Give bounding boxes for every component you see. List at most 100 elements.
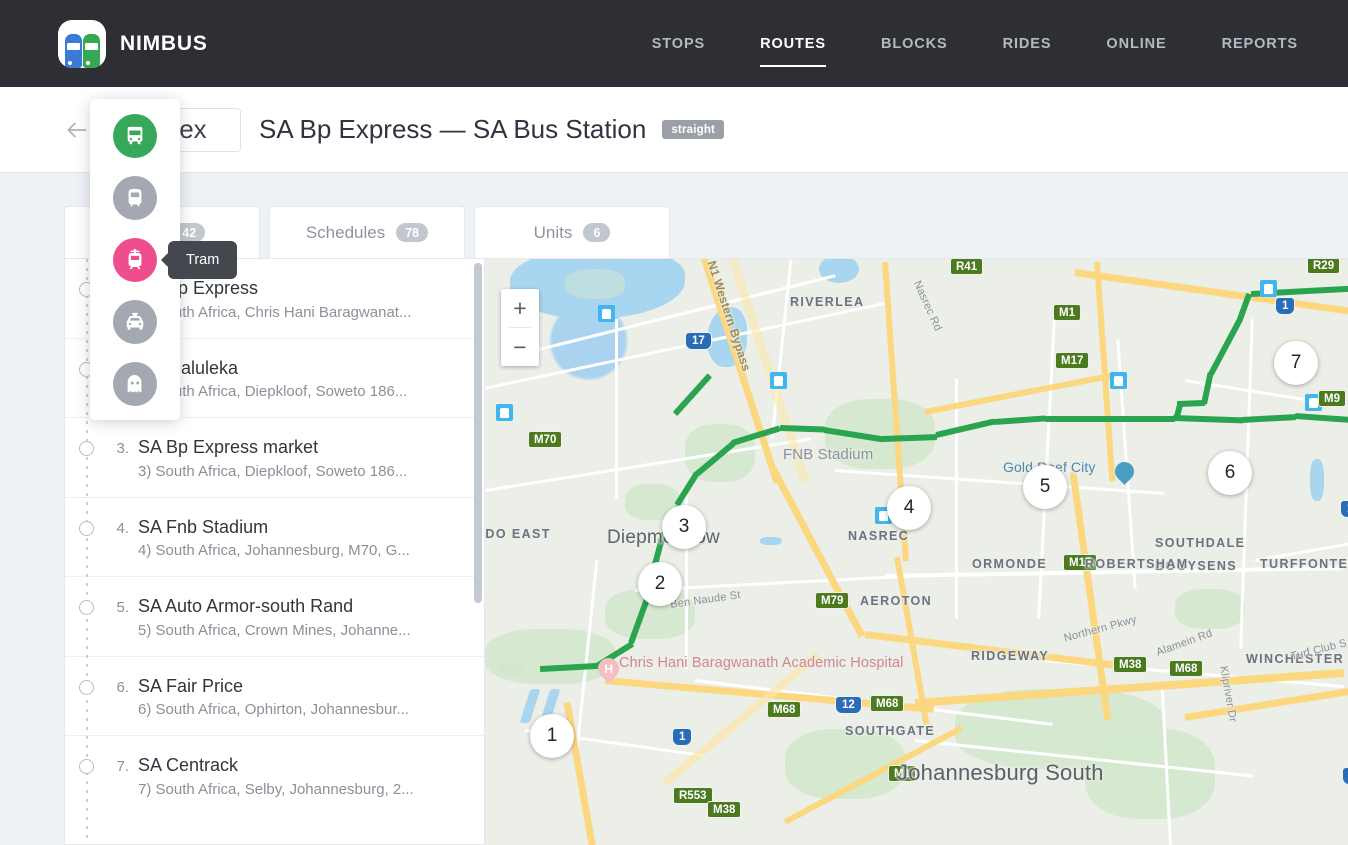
transit-station-icon xyxy=(1110,372,1127,389)
stop-address: 3) South Africa, Diepkloof, Soweto 186..… xyxy=(138,463,407,480)
nav-links: STOPS ROUTES BLOCKS RIDES ONLINE REPORTS xyxy=(597,30,1298,58)
map-stop-marker[interactable]: 6 xyxy=(1208,451,1252,495)
map-stop-marker[interactable]: 4 xyxy=(887,486,931,530)
vehicle-type-other[interactable] xyxy=(113,362,157,406)
stop-checkbox[interactable] xyxy=(79,600,94,615)
road-shield: 1 xyxy=(1342,767,1348,785)
map-stop-marker[interactable]: 2 xyxy=(638,562,682,606)
map-greenspace xyxy=(485,629,615,684)
vehicle-type-bus[interactable] xyxy=(113,114,157,158)
brand-name: NIMBUS xyxy=(120,32,208,56)
list-item[interactable]: 5. SA Auto Armor-south Rand 5) South Afr… xyxy=(65,577,484,657)
road-shield: R29 xyxy=(1307,258,1340,274)
list-item[interactable]: 3. SA Bp Express market 3) South Africa,… xyxy=(65,418,484,498)
map-place-label: SOUTHGATE xyxy=(845,724,935,738)
stop-index: 4. xyxy=(110,520,129,537)
transit-station-icon xyxy=(496,404,513,421)
map-road xyxy=(615,319,618,499)
road-shield: M70 xyxy=(528,431,562,448)
road-shield: 12 xyxy=(835,696,862,714)
map-poi-label: FNB Stadium xyxy=(783,446,873,463)
stop-name: SA Centrack xyxy=(138,754,414,777)
nav-item-routes[interactable]: ROUTES xyxy=(760,30,826,58)
stop-checkbox[interactable] xyxy=(79,521,94,536)
map-place-label: TURFFONTE xyxy=(1260,557,1348,571)
map-place-label: SOUTHDALE xyxy=(1155,536,1245,550)
bus-icon xyxy=(124,125,146,147)
stop-name: SA Auto Armor-south Rand xyxy=(138,595,411,618)
list-item[interactable]: 4. SA Fnb Stadium 4) South Africa, Johan… xyxy=(65,498,484,578)
vehicle-type-train[interactable] xyxy=(113,176,157,220)
stop-name: SA Fnb Stadium xyxy=(138,516,410,539)
zoom-in-button[interactable]: + xyxy=(501,289,539,327)
ghost-icon xyxy=(124,373,146,395)
stop-index: 5. xyxy=(110,599,129,616)
status-badge: straight xyxy=(662,120,724,139)
map-stop-marker[interactable]: 5 xyxy=(1023,465,1067,509)
stop-index: 3. xyxy=(110,440,129,457)
list-item[interactable]: 6. SA Fair Price 6) South Africa, Ophirt… xyxy=(65,657,484,737)
road-shield: M1 xyxy=(1053,304,1081,321)
road-shield: M38 xyxy=(707,801,741,818)
list-item[interactable]: 7. SA Centrack 7) South Africa, Selby, J… xyxy=(65,736,484,815)
tab-schedules[interactable]: Schedules 78 xyxy=(269,206,465,258)
vehicle-type-taxi[interactable] xyxy=(113,300,157,344)
stop-index: 7. xyxy=(110,758,129,775)
road-shield: 1 xyxy=(1340,500,1348,518)
nav-item-rides[interactable]: RIDES xyxy=(1003,30,1052,58)
vehicle-type-dropdown[interactable]: Tram xyxy=(90,99,180,420)
nav-item-blocks[interactable]: BLOCKS xyxy=(881,30,948,58)
map-greenspace xyxy=(1175,589,1245,629)
back-arrow-icon[interactable] xyxy=(62,115,92,145)
map-zoom-controls[interactable]: + − xyxy=(501,289,539,366)
zoom-out-button[interactable]: − xyxy=(501,328,539,366)
tab-units-count: 6 xyxy=(583,223,610,242)
map-place-label: ROBERTSHAM xyxy=(1085,557,1189,571)
tram-icon xyxy=(124,249,146,271)
map-water xyxy=(760,537,782,545)
route-header-bar: 42ex SA Bp Express — SA Bus Station stra… xyxy=(0,87,1348,173)
map-stop-marker[interactable]: 1 xyxy=(530,714,574,758)
stop-list-scrollbar[interactable] xyxy=(474,263,482,840)
road-shield: M17 xyxy=(1055,352,1089,369)
vehicle-type-tram[interactable]: Tram xyxy=(113,238,157,282)
stop-checkbox[interactable] xyxy=(79,680,94,695)
top-navigation-bar: NIMBUS STOPS ROUTES BLOCKS RIDES ONLINE … xyxy=(0,0,1348,87)
road-shield: M68 xyxy=(870,695,904,712)
page-title: SA Bp Express — SA Bus Station xyxy=(259,114,646,145)
map-water xyxy=(1310,459,1324,501)
nav-item-online[interactable]: ONLINE xyxy=(1106,30,1166,58)
map-place-label: RIVERLEA xyxy=(790,295,864,309)
scrollbar-thumb[interactable] xyxy=(474,263,482,603)
stop-index: 6. xyxy=(110,679,129,696)
road-shield: 17 xyxy=(685,332,712,350)
stop-address: 5) South Africa, Crown Mines, Johanne... xyxy=(138,622,411,639)
map-place-label: NASREC xyxy=(848,529,909,543)
stop-checkbox[interactable] xyxy=(79,759,94,774)
vehicle-type-tooltip: Tram xyxy=(168,241,237,279)
map-place-label: AEROTON xyxy=(860,594,932,608)
road-shield: M38 xyxy=(1113,656,1147,673)
nav-item-stops[interactable]: STOPS xyxy=(652,30,705,58)
tab-units[interactable]: Units 6 xyxy=(474,206,670,258)
map-place-label: NDO EAST xyxy=(485,527,551,541)
tab-units-label: Units xyxy=(534,223,573,243)
road-shield: M68 xyxy=(1169,660,1203,677)
route-map[interactable]: M70 M17 M79 M68 M1 M17 M9 M38 R41 R29 R5… xyxy=(485,258,1348,845)
map-hospital-label: Chris Hani Baragwanath Academic Hospital xyxy=(619,654,799,672)
stop-name: SA Bp Express market xyxy=(138,436,407,459)
nav-item-reports[interactable]: REPORTS xyxy=(1222,30,1298,58)
transit-station-icon xyxy=(1260,280,1277,297)
map-greenspace xyxy=(565,269,625,299)
stop-address: 6) South Africa, Ophirton, Johannesbur..… xyxy=(138,701,409,718)
road-shield: M9 xyxy=(1318,390,1346,407)
map-stop-marker[interactable]: 3 xyxy=(662,505,706,549)
train-icon xyxy=(124,187,146,209)
brand[interactable]: NIMBUS xyxy=(58,20,208,68)
transit-station-icon xyxy=(598,305,615,322)
map-place-label: RIDGEWAY xyxy=(971,649,1049,663)
road-shield: 1 xyxy=(1275,297,1295,315)
map-stop-marker[interactable]: 7 xyxy=(1274,341,1318,385)
stop-connector-line xyxy=(86,259,88,844)
stop-checkbox[interactable] xyxy=(79,441,94,456)
